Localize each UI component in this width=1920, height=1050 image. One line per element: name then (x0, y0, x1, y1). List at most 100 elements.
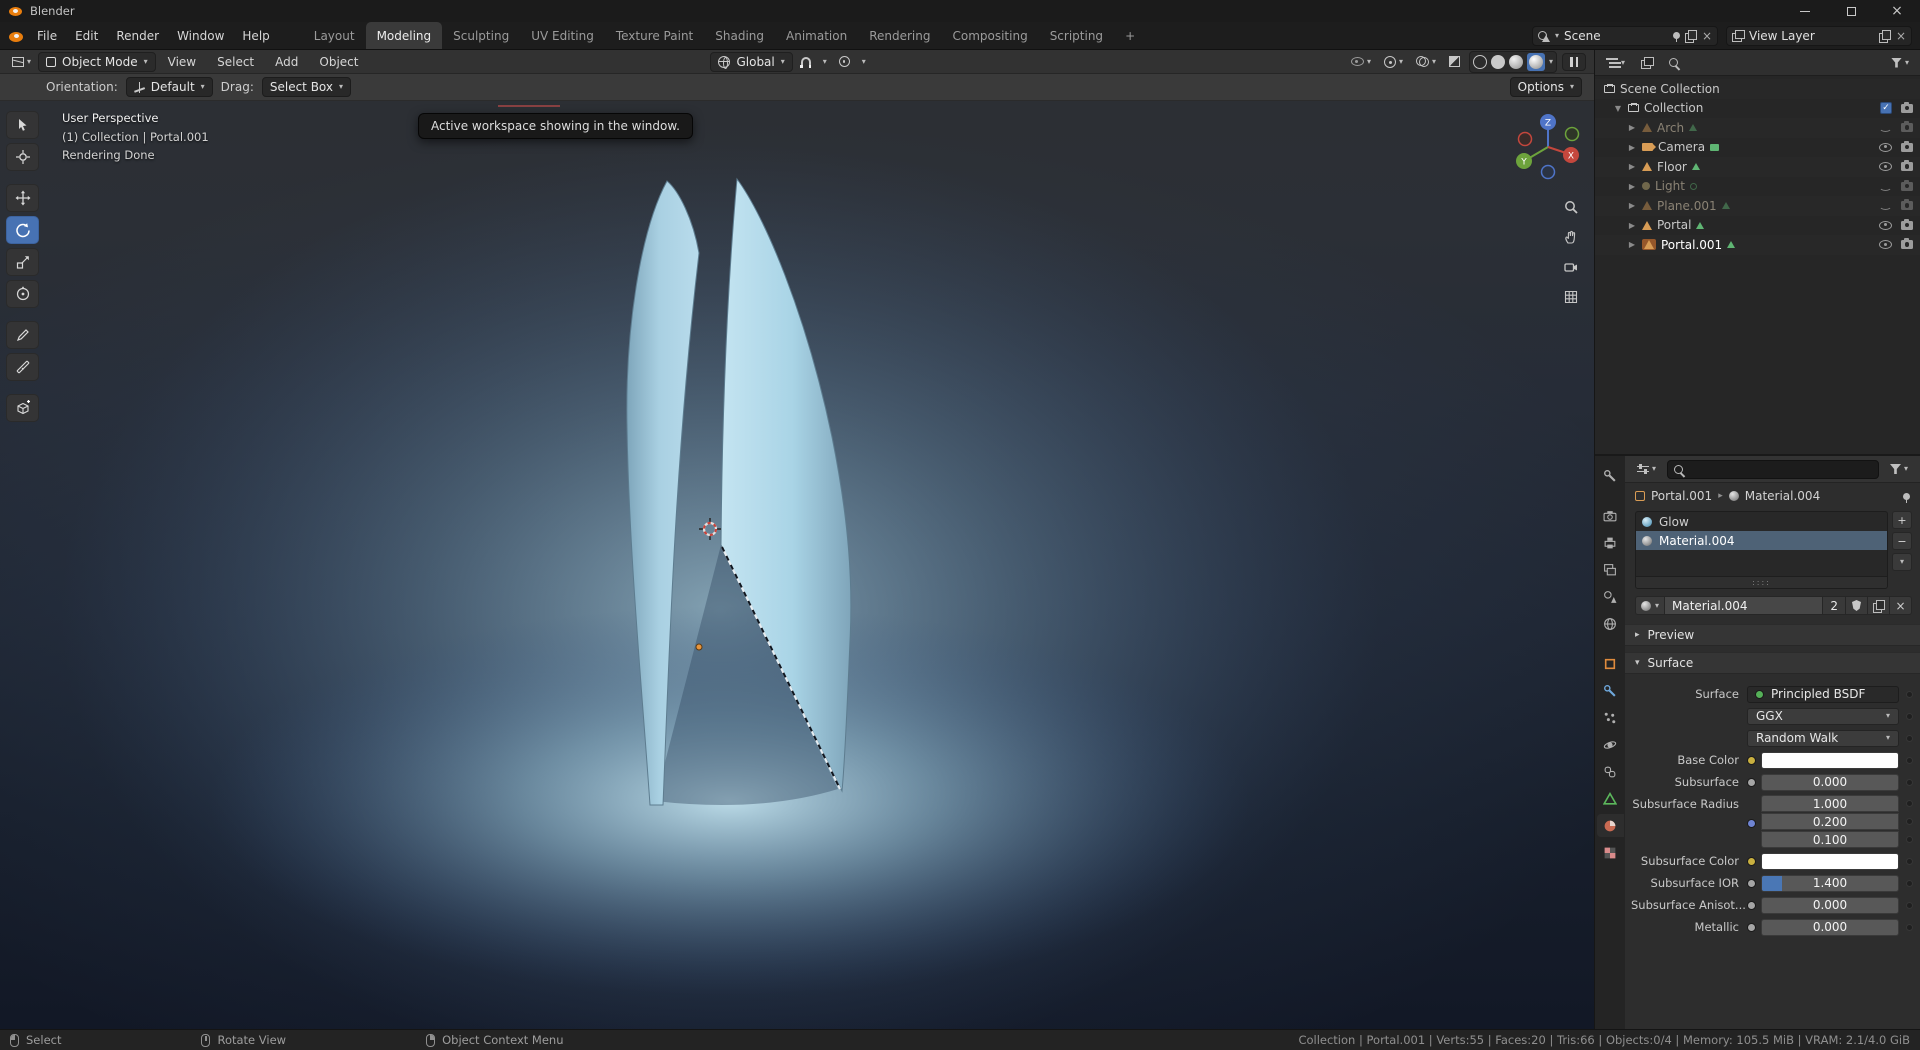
object-row-camera[interactable]: ▶ Camera (1595, 138, 1920, 158)
tab-output[interactable] (1597, 531, 1624, 554)
outliner-search-button[interactable] (1665, 56, 1682, 69)
subsurface-ior-field[interactable]: 1.400 (1761, 874, 1899, 892)
disclosure-closed-icon[interactable]: ▶ (1627, 201, 1637, 210)
snap-settings-dropdown[interactable]: ▾ (819, 56, 831, 68)
workspace-tab-animation[interactable]: Animation (775, 22, 858, 49)
material-users-button[interactable]: 2 (1823, 596, 1846, 615)
decorator-dot[interactable] (1906, 778, 1913, 786)
menu-help[interactable]: Help (233, 26, 278, 46)
workspace-tab-shading[interactable]: Shading (704, 22, 775, 49)
object-row-arch[interactable]: ▶ Arch (1595, 118, 1920, 138)
scene-selector[interactable]: ▾ Scene × (1532, 25, 1718, 46)
distribution-dropdown[interactable]: GGX ▾ (1747, 707, 1899, 725)
collection-name[interactable]: Collection (1644, 101, 1703, 115)
base-color-swatch[interactable] (1761, 751, 1899, 769)
new-scene-icon[interactable] (1684, 30, 1697, 43)
tab-texture[interactable] (1597, 841, 1624, 864)
subsurface-color-swatch[interactable] (1761, 852, 1899, 870)
outliner-display-mode-button[interactable] (1637, 55, 1657, 70)
tab-scene[interactable] (1597, 585, 1624, 608)
remove-material-slot-button[interactable]: − (1892, 532, 1912, 550)
scene-collection-row[interactable]: Scene Collection (1595, 79, 1920, 99)
zoom-button[interactable] (1563, 199, 1579, 215)
hide-eye-icon[interactable] (1879, 240, 1892, 250)
decorator-dot[interactable] (1906, 734, 1913, 742)
render-visibility-icon[interactable] (1901, 238, 1913, 250)
add-workspace-button[interactable]: + (1114, 22, 1146, 49)
workspace-tab-texture-paint[interactable]: Texture Paint (605, 22, 704, 49)
material-specials-button[interactable]: ▾ (1892, 553, 1912, 571)
tab-tool[interactable] (1597, 464, 1624, 487)
solid-shading-button[interactable] (1490, 54, 1505, 69)
viewport-canvas[interactable]: User Perspective (1) Collection | Portal… (0, 101, 1594, 1029)
disclosure-closed-icon[interactable]: ▶ (1627, 240, 1637, 249)
shading-settings-dropdown[interactable]: ▾ (1549, 57, 1553, 66)
object-name[interactable]: Portal.001 (1661, 238, 1722, 252)
workspace-tab-layout[interactable]: Layout (303, 22, 366, 49)
orientation-dropdown[interactable]: Default ▾ (125, 77, 213, 97)
workspace-tab-compositing[interactable]: Compositing (941, 22, 1038, 49)
object-name[interactable]: Camera (1658, 140, 1705, 154)
decorator-dot[interactable] (1906, 756, 1913, 764)
menu-edit[interactable]: Edit (66, 26, 107, 46)
workspace-tab-modeling[interactable]: Modeling (365, 22, 443, 49)
pin-icon[interactable] (1672, 32, 1680, 42)
tab-object[interactable] (1597, 652, 1624, 675)
slot-list-resize-grip[interactable]: :::: (1636, 576, 1887, 588)
material-name-field[interactable]: Material.004 (1665, 596, 1824, 615)
menu-object[interactable]: Object (310, 52, 367, 72)
decorator-dot[interactable] (1906, 857, 1913, 865)
scene-collection-name[interactable]: Scene Collection (1620, 82, 1720, 96)
object-row-floor[interactable]: ▶ Floor (1595, 157, 1920, 177)
object-row-portal[interactable]: ▶ Portal (1595, 216, 1920, 236)
measure-tool-button[interactable] (6, 353, 39, 381)
decorator-dot[interactable] (1906, 836, 1913, 843)
subsurface-anisotropy-field[interactable]: 0.000 (1761, 896, 1899, 914)
subsurface-radius-b-field[interactable]: 0.100 (1761, 831, 1899, 848)
hide-eye-icon[interactable] (1879, 123, 1892, 133)
view-layer-selector[interactable]: View Layer × (1726, 25, 1912, 46)
render-visibility-icon[interactable] (1901, 101, 1913, 113)
render-visibility-icon[interactable] (1901, 140, 1913, 152)
proportional-editing-toggle[interactable] (835, 54, 854, 69)
properties-filter-button[interactable]: ▾ (1886, 462, 1912, 476)
render-visibility-icon[interactable] (1901, 160, 1913, 172)
maximize-button[interactable] (1828, 0, 1874, 22)
proportional-falloff-dropdown[interactable]: ▾ (858, 56, 870, 68)
menu-file[interactable]: File (28, 26, 66, 46)
material-slot-material004[interactable]: Material.004 (1636, 531, 1887, 550)
subsurface-radius-g-field[interactable]: 0.200 (1761, 813, 1899, 830)
render-pause-button[interactable] (1562, 52, 1586, 71)
subsurface-radius-r-field[interactable]: 1.000 (1761, 795, 1899, 812)
workspace-tab-rendering[interactable]: Rendering (858, 22, 941, 49)
new-material-button[interactable] (1868, 596, 1890, 615)
minimize-button[interactable] (1782, 0, 1828, 22)
transform-orientation-dropdown[interactable]: Global ▾ (710, 51, 793, 72)
subsurface-method-dropdown[interactable]: Random Walk ▾ (1747, 729, 1899, 747)
hide-eye-icon[interactable] (1879, 220, 1892, 230)
outliner-editor-type-button[interactable]: ▾ (1602, 55, 1629, 70)
workspace-tab-scripting[interactable]: Scripting (1039, 22, 1114, 49)
render-visibility-icon[interactable] (1901, 121, 1913, 133)
render-visibility-icon[interactable] (1901, 218, 1913, 230)
menu-select[interactable]: Select (208, 52, 263, 72)
gizmo-y-label[interactable]: Y (1520, 158, 1527, 168)
material-slot-glow[interactable]: Glow (1636, 512, 1887, 531)
breadcrumb-object[interactable]: Portal.001 (1651, 489, 1712, 503)
gizmos-dropdown[interactable]: ▾ (1380, 54, 1407, 70)
tab-constraints[interactable] (1597, 760, 1624, 783)
editor-type-button[interactable]: ▾ (8, 55, 35, 69)
hide-eye-icon[interactable] (1879, 162, 1892, 172)
snap-toggle[interactable] (797, 55, 815, 69)
disclosure-closed-icon[interactable]: ▶ (1627, 123, 1637, 132)
decorator-dot[interactable] (1906, 901, 1913, 909)
subsurface-field[interactable]: 0.000 (1761, 773, 1899, 791)
blender-app-menu-icon[interactable] (8, 28, 24, 44)
add-material-slot-button[interactable]: + (1892, 511, 1912, 529)
select-box-tool-button[interactable] (6, 111, 39, 139)
decorator-dot[interactable] (1906, 818, 1913, 825)
surface-panel-header[interactable]: ▾ Surface (1625, 652, 1920, 674)
render-visibility-icon[interactable] (1901, 179, 1913, 191)
render-visibility-icon[interactable] (1901, 199, 1913, 211)
xray-toggle[interactable] (1445, 54, 1464, 69)
